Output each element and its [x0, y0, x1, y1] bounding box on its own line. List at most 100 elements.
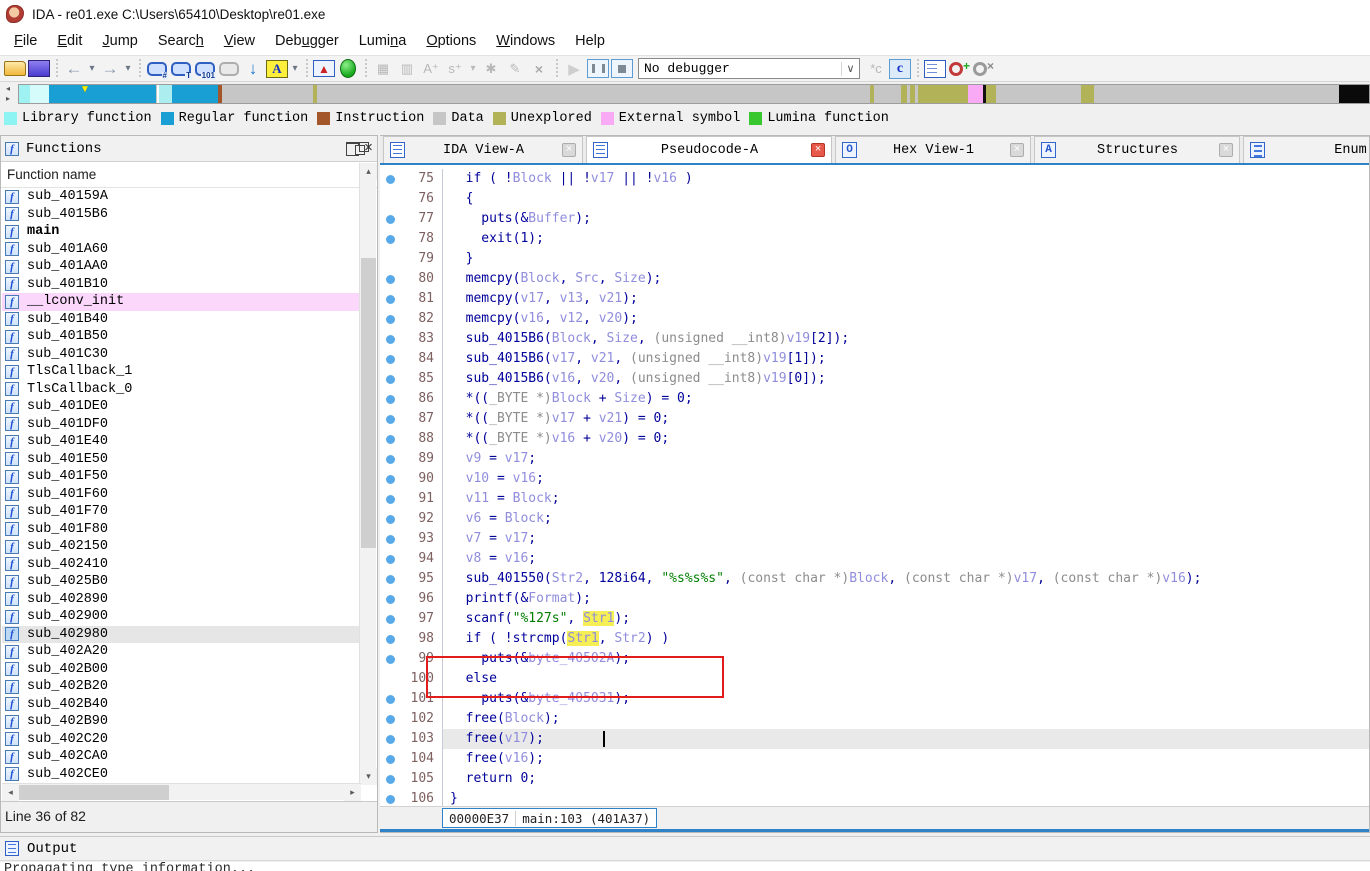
function-row[interactable]: fsub_401A60 — [2, 241, 360, 259]
function-row[interactable]: fsub_4025B0 — [2, 573, 360, 591]
function-row[interactable]: fmain — [2, 223, 360, 241]
forward-dropdown-icon[interactable]: ▾ — [123, 58, 133, 80]
function-row[interactable]: fsub_402900 — [2, 608, 360, 626]
back-icon[interactable]: ← — [63, 58, 85, 80]
tab-close-icon[interactable]: × — [1219, 143, 1233, 157]
menu-item-edit[interactable]: Edit — [47, 28, 92, 55]
menu-item-help[interactable]: Help — [565, 28, 615, 55]
function-row[interactable]: fsub_402150 — [2, 538, 360, 556]
menu-item-view[interactable]: View — [214, 28, 265, 55]
tab-hex-view-1[interactable]: OHex View-1× — [835, 136, 1031, 163]
menu-item-file[interactable]: File — [4, 28, 47, 55]
code-line[interactable]: 85 sub_4015B6(v16, v20, (unsigned __int8… — [380, 369, 1369, 389]
search-number-icon[interactable]: # — [146, 58, 168, 80]
function-row[interactable]: fsub_402CE0 — [2, 766, 360, 784]
code-line[interactable]: 105 return 0; — [380, 769, 1369, 789]
tab-pseudocode-a[interactable]: Pseudocode-A× — [586, 136, 832, 163]
code-line[interactable]: 101 puts(&byte_405031); — [380, 689, 1369, 709]
scroll-left-icon[interactable]: ◂ — [2, 784, 19, 801]
function-row[interactable]: fsub_402980 — [2, 626, 360, 644]
function-row[interactable]: fsub_401B50 — [2, 328, 360, 346]
function-row[interactable]: fsub_402410 — [2, 556, 360, 574]
debugger-pause-icon[interactable] — [587, 59, 609, 78]
script-icon[interactable] — [924, 60, 946, 78]
code-line[interactable]: 78 exit(1); — [380, 229, 1369, 249]
menu-item-lumina[interactable]: Lumina — [349, 28, 417, 55]
navband-left-arrow-icon[interactable]: ◂ — [0, 84, 16, 94]
debugger-stop-icon[interactable] — [611, 59, 633, 78]
code-line[interactable]: 103 free(v17); — [380, 729, 1369, 749]
function-row[interactable]: fsub_4015B6 — [2, 206, 360, 224]
code-line[interactable]: 96 printf(&Format); — [380, 589, 1369, 609]
code-line[interactable]: 86 *((_BYTE *)Block + Size) = 0; — [380, 389, 1369, 409]
function-row[interactable]: fsub_401DE0 — [2, 398, 360, 416]
code-line[interactable]: 92 v6 = Block; — [380, 509, 1369, 529]
close-button-icon[interactable]: × — [364, 140, 373, 157]
combo-dropdown-icon[interactable]: ∨ — [841, 62, 859, 76]
tab-enum[interactable]: Enum — [1243, 136, 1369, 163]
run-c-icon[interactable]: c — [889, 59, 911, 79]
graph-view-icon[interactable]: ▲ — [313, 60, 335, 77]
code-line[interactable]: 90 v10 = v16; — [380, 469, 1369, 489]
jump-address-icon[interactable]: ↓ — [242, 58, 264, 80]
code-line[interactable]: 75 if ( !Block || !v17 || !v16 ) — [380, 169, 1369, 189]
code-line[interactable]: 89 v9 = v17; — [380, 449, 1369, 469]
function-row[interactable]: fsub_401F80 — [2, 521, 360, 539]
code-line[interactable]: 93 v7 = v17; — [380, 529, 1369, 549]
function-row[interactable]: fsub_402A20 — [2, 643, 360, 661]
function-row[interactable]: fsub_401E50 — [2, 451, 360, 469]
colors-dropdown-icon[interactable]: ▾ — [290, 58, 300, 80]
function-row[interactable]: fsub_401F50 — [2, 468, 360, 486]
function-row[interactable]: fsub_401B40 — [2, 311, 360, 329]
menu-item-debugger[interactable]: Debugger — [265, 28, 349, 55]
search-text-icon[interactable]: T — [170, 58, 192, 80]
function-row[interactable]: fsub_402B90 — [2, 713, 360, 731]
function-row[interactable]: fsub_401AA0 — [2, 258, 360, 276]
menu-item-options[interactable]: Options — [416, 28, 486, 55]
function-row[interactable]: fsub_402CA0 — [2, 748, 360, 766]
navband-right-arrow-icon[interactable]: ▸ — [0, 94, 16, 104]
set-colors-icon[interactable]: A — [266, 60, 288, 78]
tab-ida-view-a[interactable]: IDA View-A× — [383, 136, 583, 163]
save-icon[interactable] — [28, 60, 50, 77]
function-row[interactable]: fsub_401B10 — [2, 276, 360, 294]
forward-icon[interactable]: → — [99, 58, 121, 80]
vscroll-thumb[interactable] — [361, 258, 376, 548]
code-line[interactable]: 100 else — [380, 669, 1369, 689]
code-line[interactable]: 81 memcpy(v17, v13, v21); — [380, 289, 1369, 309]
output-panel-titlebar[interactable]: Output — [0, 836, 1370, 861]
tab-structures[interactable]: AStructures× — [1034, 136, 1240, 163]
function-row[interactable]: fsub_401E40 — [2, 433, 360, 451]
functions-horizontal-scrollbar[interactable]: ◂ ▸ — [2, 783, 361, 800]
function-row[interactable]: fsub_40159A — [2, 188, 360, 206]
key-add-icon[interactable] — [948, 58, 970, 80]
code-line[interactable]: 94 v8 = v16; — [380, 549, 1369, 569]
search-immediate-icon[interactable]: 101 — [194, 58, 216, 80]
function-row[interactable]: fsub_402B00 — [2, 661, 360, 679]
function-row[interactable]: fsub_402890 — [2, 591, 360, 609]
function-row[interactable]: fsub_401DF0 — [2, 416, 360, 434]
code-line[interactable]: 82 memcpy(v16, v12, v20); — [380, 309, 1369, 329]
open-file-icon[interactable] — [4, 61, 26, 76]
menu-item-search[interactable]: Search — [148, 28, 214, 55]
pseudocode-view[interactable]: 75 if ( !Block || !v17 || !v16 )76 {77 p… — [380, 165, 1369, 809]
navband-arrows[interactable]: ◂ ▸ — [0, 84, 16, 104]
menu-item-windows[interactable]: Windows — [486, 28, 565, 55]
code-line[interactable]: 79 } — [380, 249, 1369, 269]
code-line[interactable]: 95 sub_401550(Str2, 128i64, "%s%s%s", (c… — [380, 569, 1369, 589]
code-line[interactable]: 104 free(v16); — [380, 749, 1369, 769]
code-line[interactable]: 102 free(Block); — [380, 709, 1369, 729]
code-line[interactable]: 88 *((_BYTE *)v16 + v20) = 0; — [380, 429, 1369, 449]
code-line[interactable]: 80 memcpy(Block, Src, Size); — [380, 269, 1369, 289]
code-line[interactable]: 84 sub_4015B6(v17, v21, (unsigned __int8… — [380, 349, 1369, 369]
navigation-band[interactable]: ▼ — [18, 84, 1370, 104]
functions-vertical-scrollbar[interactable]: ▴ ▾ — [359, 163, 376, 785]
function-row[interactable]: fTlsCallback_0 — [2, 381, 360, 399]
functions-panel-titlebar[interactable]: f Functions × — [1, 136, 377, 162]
function-row[interactable]: fTlsCallback_1 — [2, 363, 360, 381]
function-row[interactable]: fsub_402B40 — [2, 696, 360, 714]
code-line[interactable]: 97 scanf("%127s", Str1); — [380, 609, 1369, 629]
key-delete-icon[interactable] — [972, 58, 994, 80]
code-line[interactable]: 98 if ( !strcmp(Str1, Str2) ) — [380, 629, 1369, 649]
scroll-right-icon[interactable]: ▸ — [344, 784, 361, 801]
